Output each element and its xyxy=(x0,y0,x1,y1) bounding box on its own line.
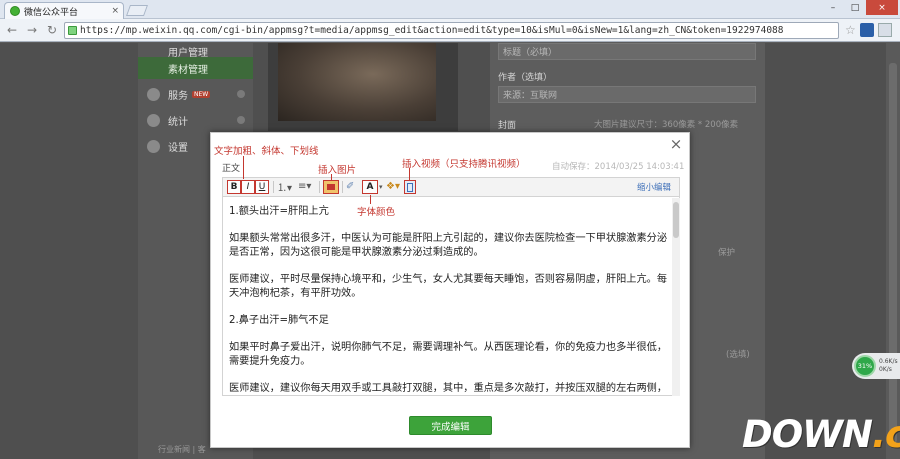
download-speed: 0K/s xyxy=(879,366,892,373)
toolbar-divider xyxy=(319,181,320,193)
autosave-status: 自动保存：2014/03/25 14:03:41 xyxy=(552,162,685,172)
preview-panel xyxy=(268,43,458,131)
annotation-text-format: 文字加粗、斜体、下划线 xyxy=(214,146,319,157)
gear-icon xyxy=(237,116,245,124)
speed-percent: 31% xyxy=(854,355,876,377)
watermark-suffix: .cc xyxy=(871,413,900,456)
annotation-pointer xyxy=(409,168,410,180)
cover-preview-image xyxy=(278,43,436,121)
paragraph: 如果额头常常出很多汗，中医认为可能是肝阳上亢引起的，建议你去医院检查一下甲状腺激… xyxy=(229,233,668,258)
window-controls: – □ × xyxy=(822,0,898,15)
reload-icon[interactable]: ↻ xyxy=(44,22,60,38)
finish-editing-button[interactable]: 完成编辑 xyxy=(409,416,492,435)
tab-strip: 微信公众平台 × – □ × xyxy=(0,0,900,19)
watermark-logo: DOWN .cc xyxy=(742,410,900,459)
new-tab-button[interactable] xyxy=(125,5,149,16)
forward-arrow-icon[interactable]: → xyxy=(24,22,40,38)
annotation-pointer xyxy=(243,156,244,179)
new-badge: NEW xyxy=(192,90,211,98)
tab-title: 微信公众平台 xyxy=(24,7,79,18)
back-arrow-icon[interactable]: ← xyxy=(4,22,20,38)
paragraph: 1.额头出汗=肝阳上亢 xyxy=(229,206,329,217)
tab-close-icon[interactable]: × xyxy=(111,6,119,16)
editor-scrollbar-thumb[interactable] xyxy=(673,202,679,238)
background-color-icon[interactable]: ❖▾ xyxy=(386,179,400,194)
unordered-list-icon[interactable]: ≡▾ xyxy=(298,179,311,194)
gear-icon xyxy=(237,90,245,98)
editor-scrollbar[interactable] xyxy=(672,198,680,396)
sidebar-footer: 行业新闻 | 客 xyxy=(158,445,206,454)
bold-button[interactable]: B xyxy=(227,180,241,194)
address-bar[interactable]: https://mp.weixin.qq.com/cgi-bin/appmsg?… xyxy=(64,21,839,39)
title-field[interactable]: 标题（必填） xyxy=(498,43,756,60)
sidebar-item-stats[interactable]: 统计 xyxy=(138,109,253,131)
settings-gear-icon xyxy=(147,139,160,153)
annotation-pointer xyxy=(370,195,371,204)
eraser-icon[interactable]: ✐ xyxy=(346,179,354,194)
paragraph: 2.鼻子出汗=肺气不足 xyxy=(229,315,329,326)
ordered-list-icon[interactable]: ⒈▾ xyxy=(277,179,292,194)
shrink-editor-link[interactable]: 缩小编辑 xyxy=(637,181,671,193)
italic-button[interactable]: I xyxy=(241,180,255,194)
author-field[interactable]: 来源：互联网 xyxy=(498,86,756,103)
minimize-button[interactable]: – xyxy=(822,0,844,15)
stats-icon xyxy=(147,113,160,127)
chevron-down-icon[interactable]: ▾ xyxy=(379,179,383,194)
cover-size-hint: 大图片建议尺寸：360像素 * 200像素 xyxy=(594,120,739,130)
body-label: 正文 xyxy=(222,164,241,174)
sidebar-item-label: 服务 xyxy=(168,90,188,102)
url-text: https://mp.weixin.qq.com/cgi-bin/appmsg?… xyxy=(80,24,784,36)
sidebar-item-label: 设置 xyxy=(168,142,188,154)
annotation-font-color: 字体颜色 xyxy=(357,207,396,218)
close-icon[interactable]: × xyxy=(668,136,684,152)
extension-icon[interactable] xyxy=(859,23,874,37)
annotation-insert-video: 插入视频（只支持腾讯视频） xyxy=(402,159,526,170)
scrollbar-thumb[interactable] xyxy=(889,63,897,443)
insert-video-icon[interactable] xyxy=(404,180,416,194)
insert-image-icon[interactable] xyxy=(323,180,339,194)
optional-snippet: (选填) xyxy=(726,350,750,360)
browser-tab[interactable]: 微信公众平台 × xyxy=(4,2,124,19)
underline-button[interactable]: U xyxy=(255,180,269,194)
editor-content[interactable]: 1.额头出汗=肝阳上亢 如果额头常常出很多汗，中医认为可能是肝阳上亢引起的，建议… xyxy=(229,205,671,395)
paragraph: 如果平时鼻子爱出汗，说明你肺气不足，需要调理补气。从西医理论看，你的免疫力也多半… xyxy=(229,342,668,367)
paragraph: 医师建议，建议你每天用双手或工具敲打双腿，其中，重点是多次敲打，并按压双腿的左右… xyxy=(229,383,668,394)
lock-icon xyxy=(68,25,77,35)
sidebar-item-label: 统计 xyxy=(168,116,188,128)
font-color-button[interactable]: A xyxy=(362,180,378,194)
upload-speed: 0.6K/s xyxy=(879,358,898,365)
annotation-pointer xyxy=(331,174,332,180)
cover-label: 封面 xyxy=(498,121,517,131)
wechat-favicon-icon xyxy=(10,6,20,16)
page-scrollbar[interactable] xyxy=(886,43,900,459)
author-label: 作者（选填） xyxy=(498,73,553,83)
close-window-button[interactable]: × xyxy=(866,0,898,15)
browser-toolbar: ← → ↻ https://mp.weixin.qq.com/cgi-bin/a… xyxy=(0,19,900,42)
network-speed-widget[interactable]: 31% 0.6K/s 0K/s xyxy=(852,353,900,379)
rich-text-editor[interactable]: 1.额头出汗=肝阳上亢 如果额头常常出很多汗，中医认为可能是肝阳上亢引起的，建议… xyxy=(222,197,680,396)
paragraph: 医师建议，平时尽量保持心境平和，少生气，女人尤其要每天睡饱，否则容易阴虚，肝阳上… xyxy=(229,274,668,299)
sidebar-item-materials[interactable]: 素材管理 xyxy=(138,57,253,79)
sidebar-item-services[interactable]: 服务 NEW xyxy=(138,83,253,105)
protect-snippet: 保护 xyxy=(718,248,736,258)
sidebar-item-label: 素材管理 xyxy=(168,64,208,76)
toolbar-divider xyxy=(273,181,274,193)
menu-icon[interactable] xyxy=(877,23,892,37)
maximize-button[interactable]: □ xyxy=(844,0,866,15)
services-icon xyxy=(147,87,160,101)
bookmark-star-icon[interactable]: ☆ xyxy=(845,23,856,37)
watermark-brand: DOWN xyxy=(742,413,873,456)
annotation-insert-image: 插入图片 xyxy=(318,165,357,176)
toolbar-divider xyxy=(342,181,343,193)
